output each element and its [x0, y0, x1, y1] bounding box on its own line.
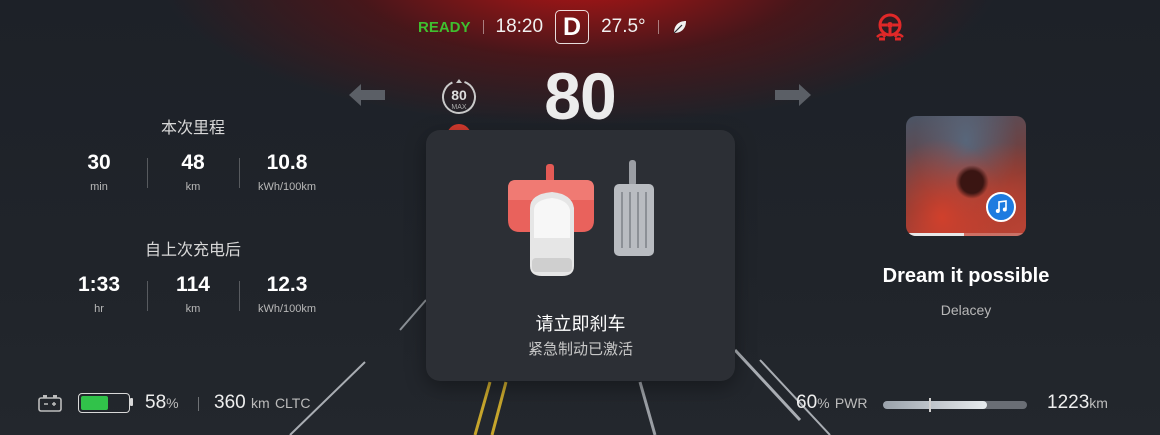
- stat-unit: min: [90, 181, 108, 193]
- music-app-icon: [986, 192, 1016, 222]
- clock: 18:20: [495, 16, 544, 37]
- odometer-unit: km: [1089, 395, 1108, 411]
- battery-gauge: [78, 393, 130, 413]
- right-turn-arrow-icon: [775, 84, 811, 106]
- stat-value: 48: [181, 151, 205, 174]
- divider: [198, 397, 199, 411]
- stat-unit: kWh/100km: [257, 181, 317, 193]
- battery-percent-value: 58: [145, 392, 167, 413]
- divider: [239, 281, 240, 311]
- emergency-brake-popup: 请立即刹车 紧急制动已激活: [426, 130, 735, 381]
- range: 360 km CLTC: [214, 392, 310, 414]
- divider: [482, 20, 484, 34]
- divider: [239, 158, 240, 188]
- odometer-value: 1223: [1047, 392, 1090, 413]
- top-status-bar: READY 18:20 D 27.5°: [418, 10, 689, 44]
- battery-cap: [130, 398, 133, 406]
- power-bar: [883, 401, 1027, 409]
- stat-unit: km: [185, 303, 201, 315]
- range-unit: km: [250, 395, 270, 411]
- stat-unit: km: [185, 181, 201, 193]
- stat-unit: kWh/100km: [257, 303, 317, 315]
- percent-symbol: %: [817, 395, 830, 411]
- trip-stat-distance: 48 km: [148, 151, 238, 193]
- current-speed: 80: [544, 59, 616, 133]
- gear-indicator: D: [555, 10, 590, 44]
- power-bar-marker: [929, 398, 931, 412]
- odometer: 1223km: [1047, 392, 1108, 414]
- since-charge-title: 自上次充电后: [144, 242, 241, 259]
- stat-unit: hr: [94, 303, 104, 315]
- trip-title: 本次里程: [160, 120, 225, 137]
- trip-stat-duration: 30 min: [54, 151, 144, 193]
- stat-value: 1:33: [77, 273, 121, 296]
- range-value: 360: [214, 392, 246, 413]
- album-art[interactable]: [906, 116, 1026, 236]
- speed-limit-label: MAX: [451, 104, 467, 111]
- power-bar-fill: [883, 401, 987, 409]
- since-charge-stat-consumption: 12.3 kWh/100km: [242, 273, 332, 315]
- artist-name: Delacey: [940, 302, 992, 318]
- brake-pedal-icon: [508, 160, 654, 276]
- battery-percent: 58%: [145, 392, 179, 414]
- media-progress-fill: [906, 233, 964, 236]
- stat-value: 12.3: [266, 273, 308, 296]
- power-label: PWR: [834, 395, 868, 411]
- speed-limit-value: 80: [451, 87, 467, 103]
- alert-title: 请立即刹车: [535, 314, 626, 334]
- steering-wheel-alert-icon: [876, 13, 904, 41]
- percent-symbol: %: [166, 395, 179, 411]
- left-turn-arrow-icon: [349, 84, 385, 106]
- trip-stat-consumption: 10.8 kWh/100km: [242, 151, 332, 193]
- since-charge-stat-duration: 1:33 hr: [54, 273, 144, 315]
- outside-temperature: 27.5°: [601, 16, 646, 37]
- power-readout: 60% PWR: [796, 392, 868, 414]
- stat-value: 114: [176, 273, 210, 296]
- alert-subtitle: 紧急制动已激活: [527, 341, 633, 358]
- divider: [657, 20, 659, 34]
- battery-status-icon: [38, 395, 62, 412]
- song-title[interactable]: Dream it possible: [846, 265, 1086, 288]
- range-standard: CLTC: [274, 395, 311, 411]
- battery-fill: [81, 396, 108, 410]
- power-percent-value: 60: [796, 392, 818, 413]
- stat-value: 10.8: [266, 151, 308, 174]
- since-charge-stat-distance: 114 km: [148, 273, 238, 315]
- stat-value: 30: [87, 151, 111, 174]
- media-progress-track: [906, 233, 1026, 236]
- ready-status: READY: [418, 18, 471, 36]
- leaf-icon: [673, 21, 686, 34]
